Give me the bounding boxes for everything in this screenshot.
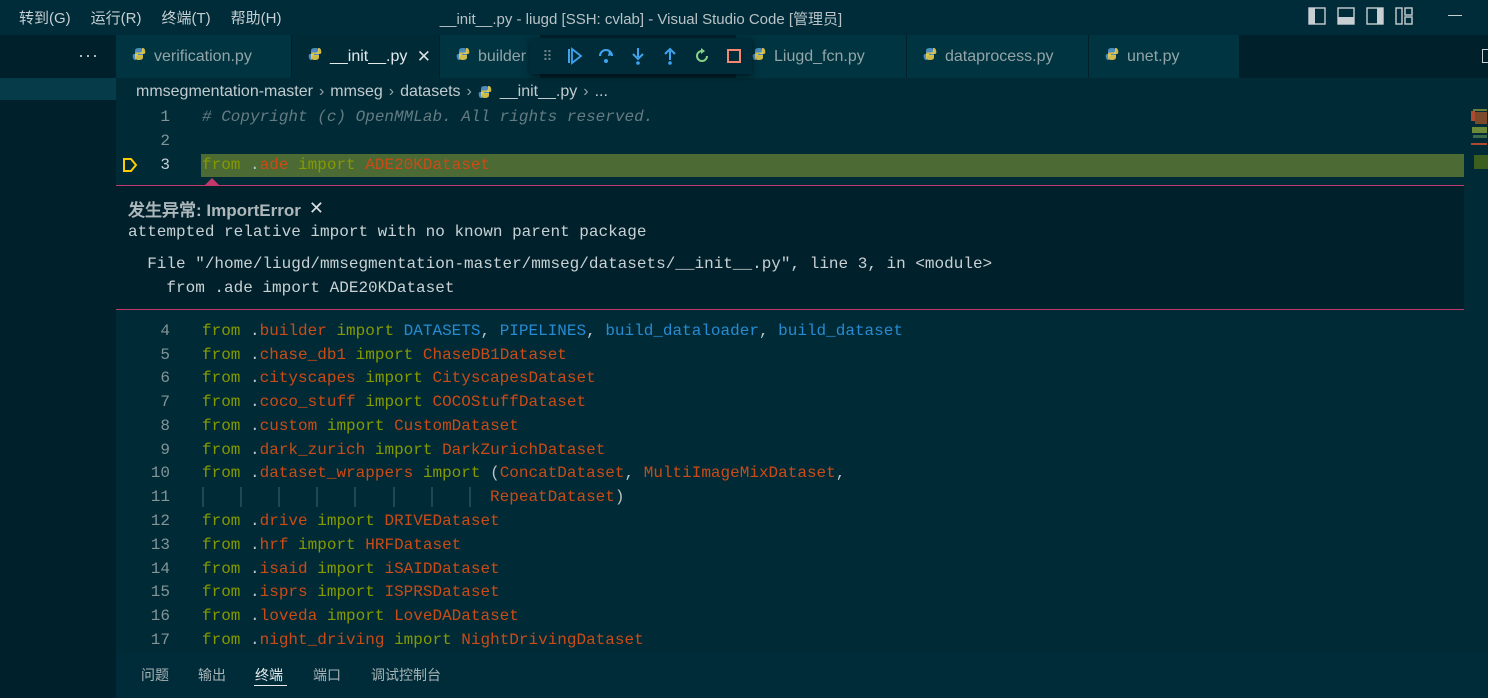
tab-problems[interactable]: 问题 [141,665,169,685]
breadcrumb-item[interactable]: __init__.py [500,83,577,101]
chevron-right-icon: › [583,83,589,100]
split-editor-icon[interactable] [1482,49,1488,63]
restart-icon[interactable] [686,40,718,72]
tab-dataprocess[interactable]: dataprocess.py [907,35,1088,78]
exception-trace-line[interactable]: File "/home/liugd/mmsegmentation-master/… [128,255,992,273]
code-line: 17 from .night_driving import NightDrivi… [150,631,644,649]
toggle-panel-icon[interactable] [1337,7,1357,25]
exception-pointer [205,178,219,185]
tab-label: builder [478,47,527,65]
breadcrumb-item[interactable]: mmseg [330,83,382,101]
chevron-right-icon: › [466,83,472,100]
toggle-secondary-sidebar-icon[interactable] [1366,7,1386,25]
chevron-right-icon: › [388,83,395,100]
close-icon[interactable]: ✕ [309,198,324,219]
drag-handle-icon[interactable]: ⠿ [536,48,558,65]
code-line: 3 from .ade import ADE20KDataset [160,156,491,174]
continue-icon[interactable] [558,40,590,72]
tab-label: unet.py [1127,47,1180,65]
tab-terminal[interactable]: 终端 [255,665,283,685]
code-line: 13 from .hrf import HRFDataset [150,536,462,554]
code-line: 8 from .custom import CustomDataset [160,417,519,435]
breadcrumb-item[interactable]: ... [595,83,608,101]
python-file-icon [923,47,937,66]
python-file-icon [478,85,492,99]
toggle-primary-sidebar-icon[interactable] [1308,7,1328,25]
step-out-icon[interactable] [654,40,686,72]
bottom-panel: 问题 输出 终端 端口 调试控制台 [116,651,1488,698]
code-line: 12 from .drive import DRIVEDataset [150,512,500,530]
exception-trace-line: from .ade import ADE20KDataset [128,279,455,297]
window-title: __init__.py - liugd [SSH: cvlab] - Visua… [439,11,843,28]
sidebar-selected-row[interactable] [0,78,116,100]
customize-layout-icon[interactable] [1395,7,1415,25]
code-line: 10 from .dataset_wrappers import (Concat… [150,464,846,482]
sidebar: ··· [0,35,116,698]
close-icon[interactable]: ✕ [417,47,431,67]
code-line: 16 from .loveda import LoveDADataset [150,607,519,625]
code-line: 9 from .dark_zurich import DarkZurichDat… [160,441,606,459]
breadcrumb: mmsegmentation-master › mmseg › datasets… [136,82,608,102]
code-line: 6 from .cityscapes import CityscapesData… [160,369,596,387]
python-file-icon [752,47,766,66]
tab-unet[interactable]: unet.py [1089,35,1239,78]
python-file-icon [132,47,146,66]
tab-init[interactable]: __init__.py ✕ [292,35,439,78]
stop-icon[interactable] [718,40,750,72]
code-line: 4 from .builder import DATASETS, PIPELIN… [160,322,903,340]
exception-message: attempted relative import with no known … [128,223,647,241]
python-file-icon [1105,47,1119,66]
code-line: 14 from .isaid import iSAIDDataset [150,560,500,578]
debug-toolbar: ⠿ [530,38,752,74]
tab-label: dataprocess.py [945,47,1054,65]
code-line: 11 RepeatDataset) [150,487,625,507]
breadcrumb-item[interactable]: datasets [400,83,460,101]
editor-tab-bar: verification.py __init__.py ✕ builder Li… [116,35,1488,78]
python-file-icon [456,47,470,66]
code-line: 15 from .isprs import ISPRSDataset [150,583,500,601]
title-bar: 转到(G) 运行(R) 终端(T) 帮助(H) __init__.py - li… [0,0,1488,35]
exception-widget: 发生异常: ImportError ✕ attempted relative i… [116,178,1464,310]
code-line: 2 [160,132,170,150]
python-file-icon [308,47,322,66]
tab-debug-console[interactable]: 调试控制台 [371,665,441,685]
exception-title: 发生异常: ImportError ✕ [128,198,324,220]
chevron-right-icon: › [318,83,325,100]
code-line: 5 from .chase_db1 import ChaseDB1Dataset [160,346,567,364]
tab-verification[interactable]: verification.py [116,35,291,78]
tab-builder[interactable]: builder [440,35,540,78]
tab-ports[interactable]: 端口 [313,665,341,685]
indent-guides [202,487,471,507]
code-line: 7 from .coco_stuff import COCOStuffDatas… [160,393,587,411]
tab-label: Liugd_fcn.py [774,47,865,65]
step-into-icon[interactable] [622,40,654,72]
breadcrumb-item[interactable]: mmsegmentation-master [136,83,313,101]
minimize-icon[interactable] [1448,15,1462,16]
tab-liugd-fcn[interactable]: Liugd_fcn.py [736,35,906,78]
active-tab-indicator [254,685,287,686]
minimap[interactable] [1470,103,1488,193]
tab-output[interactable]: 输出 [198,665,226,685]
code-line: 1 # Copyright (c) OpenMMLab. All rights … [160,108,654,126]
tab-label: __init__.py [330,47,408,65]
step-over-icon[interactable] [590,40,622,72]
more-actions-icon[interactable]: ··· [78,45,99,66]
tab-label: verification.py [154,47,252,65]
